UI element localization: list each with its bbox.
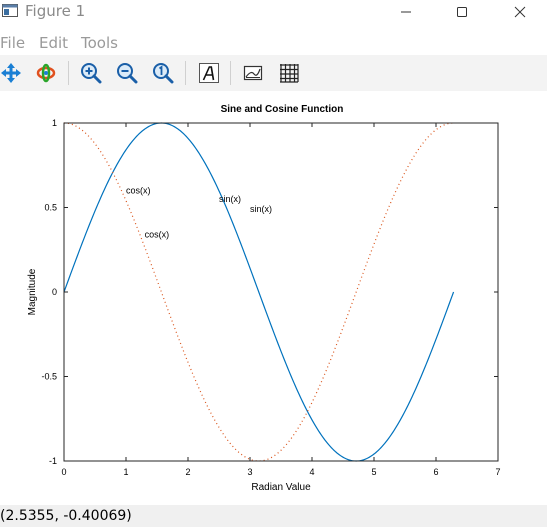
x-axis-label: Radian Value <box>251 482 311 493</box>
toggle-axes-icon <box>242 62 264 84</box>
x-tick-label: 2 <box>185 467 190 477</box>
axes-box <box>63 122 499 462</box>
toolbar-separator <box>68 61 69 85</box>
y-tick-label: 1 <box>52 118 57 128</box>
annotation-label: sin(x) <box>250 204 272 214</box>
annotation-label: sin(x) <box>219 194 241 204</box>
x-axis-ticks: 0 1 2 3 4 5 6 7 <box>61 123 501 477</box>
maximize-button[interactable] <box>439 0 485 24</box>
plot-svg: Sine and Cosine Function 01234567 10.50-… <box>27 104 501 493</box>
reset-zoom-button[interactable] <box>149 59 177 87</box>
toolbar <box>0 55 547 91</box>
maximize-icon <box>456 6 468 18</box>
minimize-icon <box>400 6 412 18</box>
toolbar-separator <box>230 61 231 85</box>
x-tick-label: 6 <box>433 467 438 477</box>
annotations: cos(x) sin(x) sin(x) cos(x) <box>126 186 272 240</box>
plot-lines <box>63 122 455 462</box>
chart-title: Sine and Cosine Function <box>221 104 344 115</box>
x-tick-label: 0 <box>61 467 66 477</box>
x-tick-label: 7 <box>495 467 500 477</box>
y-tick-label: -1 <box>49 456 57 466</box>
rotate-icon <box>35 62 57 84</box>
y-tick-label: -0.5 <box>41 372 57 382</box>
y-axis-label: Magnitude <box>27 268 38 315</box>
reset-zoom-icon <box>152 62 174 84</box>
x-tick-label: 3 <box>247 467 252 477</box>
title-bar: Figure 1 <box>0 0 547 26</box>
annotation-label: cos(x) <box>145 230 170 240</box>
insert-text-icon <box>198 62 220 84</box>
zoom-out-button[interactable] <box>113 59 141 87</box>
pan-icon <box>0 62 22 84</box>
figure-window-icon <box>2 3 18 19</box>
window-title: Figure 1 <box>25 2 86 20</box>
y-tick-label: 0 <box>52 287 57 297</box>
zoom-in-button[interactable] <box>77 59 105 87</box>
series-line-sin <box>63 122 455 462</box>
menu-tools[interactable]: Tools <box>81 34 118 52</box>
close-button[interactable] <box>497 0 543 24</box>
minimize-button[interactable] <box>383 0 429 24</box>
annotation-label: cos(x) <box>126 186 151 196</box>
status-bar: (2.5355, -0.40069) <box>0 505 547 527</box>
toolbar-separator <box>185 61 186 85</box>
x-tick-label: 1 <box>123 467 128 477</box>
figure-canvas[interactable]: Sine and Cosine Function 01234567 1 0.5 0-… <box>0 92 547 502</box>
toggle-grid-icon <box>278 62 300 84</box>
zoom-in-icon <box>80 62 102 84</box>
x-tick-label: 5 <box>371 467 376 477</box>
toggle-axes-button[interactable] <box>239 59 267 87</box>
y-tick-label: 0.5 <box>44 203 57 213</box>
close-icon <box>514 6 526 18</box>
y-axis-ticks: 1 0.5 0 -0.5 -1 <box>41 118 498 466</box>
toggle-grid-button[interactable] <box>275 59 303 87</box>
rotate-button[interactable] <box>32 59 60 87</box>
insert-text-button[interactable] <box>195 59 223 87</box>
menu-edit[interactable]: Edit <box>39 34 68 52</box>
menu-file[interactable]: File <box>0 34 25 52</box>
menu-bar: File Edit Tools <box>0 32 547 54</box>
x-tick-label: 4 <box>309 467 314 477</box>
cursor-coordinates: (2.5355, -0.40069) <box>0 508 132 524</box>
pan-button[interactable] <box>0 59 25 87</box>
zoom-out-icon <box>116 62 138 84</box>
